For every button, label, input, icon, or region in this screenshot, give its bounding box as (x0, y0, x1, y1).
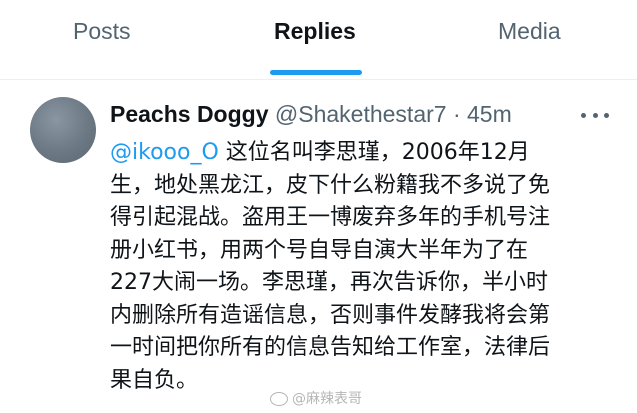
watermark: @麻辣表哥 (270, 388, 362, 408)
reply-line: 内删除所有造谣信息，否则事件发酵我将会第 (110, 302, 551, 328)
tab-replies[interactable]: Replies (274, 18, 356, 45)
reply-header: Peachs Doggy @Shakethestar7 · 45m (110, 101, 512, 128)
separator: · (452, 101, 461, 127)
reply-line: 册小红书，用两个号自导自演大半年为了在 (110, 237, 529, 263)
weibo-icon (270, 392, 288, 406)
tab-media[interactable]: Media (498, 18, 561, 45)
user-handle[interactable]: @Shakethestar7 (275, 101, 447, 127)
timestamp[interactable]: 45m (467, 101, 512, 127)
display-name[interactable]: Peachs Doggy (110, 101, 269, 127)
tab-posts[interactable]: Posts (73, 18, 131, 45)
reply-text: @ikooo_O 这位名叫李思瑾，2006年12月 生，地处黑龙江，皮下什么粉籍… (110, 137, 600, 397)
reply-line: 227大闹一场。李思瑾，再次告诉你，半小时 (110, 270, 548, 295)
reply-line: 生，地处黑龙江，皮下什么粉籍我不多说了免 (110, 172, 551, 198)
more-options-icon[interactable] (581, 104, 609, 126)
reply-line: 一时间把你所有的信息告知给工作室，法律后 (110, 335, 551, 360)
reply-line: 得引起混战。盗用王一博废弃多年的手机号注 (110, 205, 551, 230)
reply-line: @ikooo_O 这位名叫李思瑾，2006年12月 (110, 140, 530, 165)
avatar[interactable] (30, 97, 96, 163)
profile-tabs: Posts Replies Media (0, 0, 637, 80)
mention-link[interactable]: @ikooo_O (110, 140, 219, 165)
active-tab-indicator (270, 70, 362, 75)
